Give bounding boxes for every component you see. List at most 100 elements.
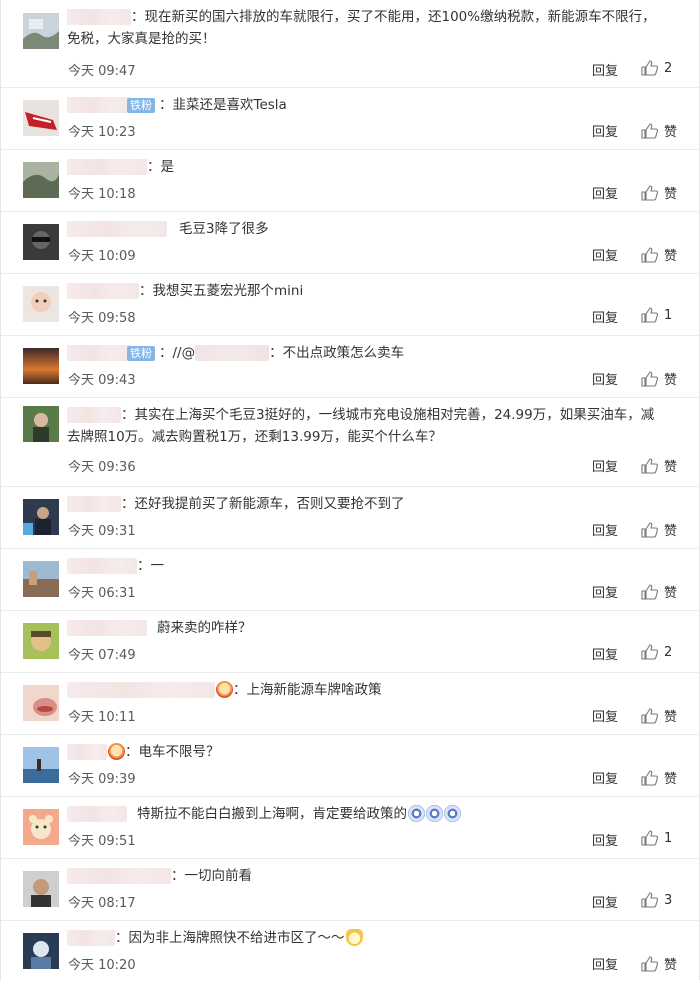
emoji-icon bbox=[108, 743, 125, 760]
like-button[interactable]: 赞 bbox=[641, 183, 677, 202]
reply-button[interactable]: 回复 bbox=[592, 706, 618, 725]
reply-button[interactable]: 回复 bbox=[592, 520, 618, 539]
avatar[interactable] bbox=[23, 933, 59, 969]
username-blurred[interactable] bbox=[67, 407, 121, 423]
avatar[interactable] bbox=[23, 162, 59, 198]
fan-badge: 铁粉 bbox=[127, 97, 155, 113]
reply-button[interactable]: 回复 bbox=[592, 183, 618, 202]
avatar[interactable] bbox=[23, 685, 59, 721]
like-count: 赞 bbox=[664, 187, 678, 202]
thumbs-up-icon bbox=[641, 955, 658, 972]
reply-button[interactable]: 回复 bbox=[592, 830, 618, 849]
comment-time: 今天 10:20 bbox=[68, 958, 136, 973]
reply-button[interactable]: 回复 bbox=[592, 369, 618, 388]
like-button[interactable]: 赞 bbox=[641, 245, 677, 264]
username-blurred[interactable] bbox=[67, 806, 127, 822]
avatar[interactable] bbox=[23, 561, 59, 597]
reply-button[interactable]: 回复 bbox=[592, 954, 618, 973]
username-blurred[interactable] bbox=[67, 9, 131, 25]
avatar[interactable] bbox=[23, 224, 59, 260]
reply-button[interactable]: 回复 bbox=[592, 644, 618, 663]
avatar[interactable] bbox=[23, 499, 59, 535]
like-count: 1 bbox=[664, 830, 673, 846]
like-count: 赞 bbox=[664, 125, 678, 140]
mention-prefix: ：//@ bbox=[159, 345, 196, 361]
like-button[interactable]: 赞 bbox=[641, 121, 677, 140]
like-button[interactable]: 赞 bbox=[641, 456, 677, 475]
username-blurred[interactable] bbox=[67, 345, 131, 361]
like-count: 赞 bbox=[664, 524, 678, 539]
like-button[interactable]: 1 bbox=[641, 307, 672, 323]
like-button[interactable]: 赞 bbox=[641, 768, 677, 787]
comment-item: 毛豆3降了很多 今天 10:09 回复 赞 bbox=[1, 212, 699, 274]
comment-text: ：韭菜还是喜欢Tesla bbox=[159, 97, 287, 113]
like-count: 2 bbox=[664, 644, 673, 660]
reply-button[interactable]: 回复 bbox=[592, 582, 618, 601]
avatar[interactable] bbox=[23, 406, 59, 442]
like-button[interactable]: 赞 bbox=[641, 954, 677, 973]
avatar[interactable] bbox=[23, 100, 59, 136]
avatar[interactable] bbox=[23, 286, 59, 322]
reply-button[interactable]: 回复 bbox=[592, 60, 618, 79]
like-button[interactable]: 2 bbox=[641, 60, 672, 76]
username-blurred[interactable] bbox=[67, 744, 107, 760]
avatar[interactable] bbox=[23, 747, 59, 783]
comment-item: ：现在新买的国六排放的车就限行，买了不能用，还100%缴纳税款，新能源车不限行，… bbox=[1, 0, 699, 88]
username-blurred[interactable] bbox=[67, 496, 121, 512]
avatar[interactable] bbox=[23, 348, 59, 384]
comment-time: 今天 09:47 bbox=[68, 64, 136, 79]
comment-time: 今天 09:51 bbox=[68, 834, 136, 849]
thumbs-up-icon bbox=[641, 830, 658, 846]
avatar[interactable] bbox=[23, 623, 59, 659]
username-blurred[interactable] bbox=[67, 97, 131, 113]
comment-item: ：上海新能源车牌啥政策 今天 10:11 回复 赞 bbox=[1, 673, 699, 735]
reply-button[interactable]: 回复 bbox=[592, 456, 618, 475]
thumbs-up-icon bbox=[641, 521, 658, 538]
comment-text: ：一 bbox=[137, 558, 164, 574]
username-blurred[interactable] bbox=[67, 159, 147, 175]
like-button[interactable]: 2 bbox=[641, 644, 672, 660]
username-blurred[interactable] bbox=[67, 620, 147, 636]
comment-text: ：是 bbox=[147, 159, 174, 175]
username-blurred[interactable] bbox=[67, 221, 167, 237]
avatar[interactable] bbox=[23, 13, 59, 49]
comment-item: ：其实在上海买个毛豆3挺好的，一线城市充电设施相对完善，24.99万，如果买油车… bbox=[1, 398, 699, 487]
like-count: 赞 bbox=[664, 710, 678, 725]
username-blurred[interactable] bbox=[67, 868, 171, 884]
reply-button[interactable]: 回复 bbox=[592, 245, 618, 264]
like-button[interactable]: 赞 bbox=[641, 369, 677, 388]
comment-item: 铁粉 ：//@ ：不出点政策怎么卖车 今天 09:43 回复 赞 bbox=[1, 336, 699, 398]
like-count: 赞 bbox=[664, 249, 678, 264]
mentioned-user-blurred[interactable] bbox=[195, 345, 270, 361]
like-count: 2 bbox=[664, 60, 673, 76]
reply-button[interactable]: 回复 bbox=[592, 892, 618, 911]
reply-button[interactable]: 回复 bbox=[592, 768, 618, 787]
comment-text: ：其实在上海买个毛豆3挺好的，一线城市充电设施相对完善，24.99万，如果买油车… bbox=[121, 407, 655, 423]
comment-list: ：现在新买的国六排放的车就限行，买了不能用，还100%缴纳税款，新能源车不限行，… bbox=[0, 0, 700, 980]
like-button[interactable]: 赞 bbox=[641, 706, 677, 725]
username-blurred[interactable] bbox=[67, 930, 115, 946]
comment-item: ：是 今天 10:18 回复 赞 bbox=[1, 150, 699, 212]
username-blurred[interactable] bbox=[67, 558, 137, 574]
comment-item: ：一 今天 06:31 回复 赞 bbox=[1, 549, 699, 611]
like-button[interactable]: 赞 bbox=[641, 520, 677, 539]
avatar[interactable] bbox=[23, 871, 59, 907]
comment-time: 今天 06:31 bbox=[68, 586, 136, 601]
thumbs-up-icon bbox=[641, 370, 658, 387]
reply-button[interactable]: 回复 bbox=[592, 121, 618, 140]
comment-text: ：上海新能源车牌啥政策 bbox=[233, 682, 382, 698]
comment-time: 今天 10:23 bbox=[68, 125, 136, 140]
thumbs-up-icon bbox=[641, 892, 658, 908]
comment-text: ：电车不限号？ bbox=[125, 744, 220, 760]
username-blurred[interactable] bbox=[67, 283, 139, 299]
reply-button[interactable]: 回复 bbox=[592, 307, 618, 326]
username-blurred[interactable] bbox=[67, 682, 215, 698]
comment-text: 特斯拉不能白白搬到上海啊，肯定要给政策的 bbox=[137, 806, 407, 822]
like-button[interactable]: 3 bbox=[641, 892, 672, 908]
like-button[interactable]: 赞 bbox=[641, 582, 677, 601]
avatar[interactable] bbox=[23, 809, 59, 845]
like-button[interactable]: 1 bbox=[641, 830, 672, 846]
comment-time: 今天 09:31 bbox=[68, 524, 136, 539]
comment-item: ：因为非上海牌照快不给进市区了～～ 今天 10:20 回复 赞 bbox=[1, 921, 699, 984]
thumbs-up-icon bbox=[641, 583, 658, 600]
